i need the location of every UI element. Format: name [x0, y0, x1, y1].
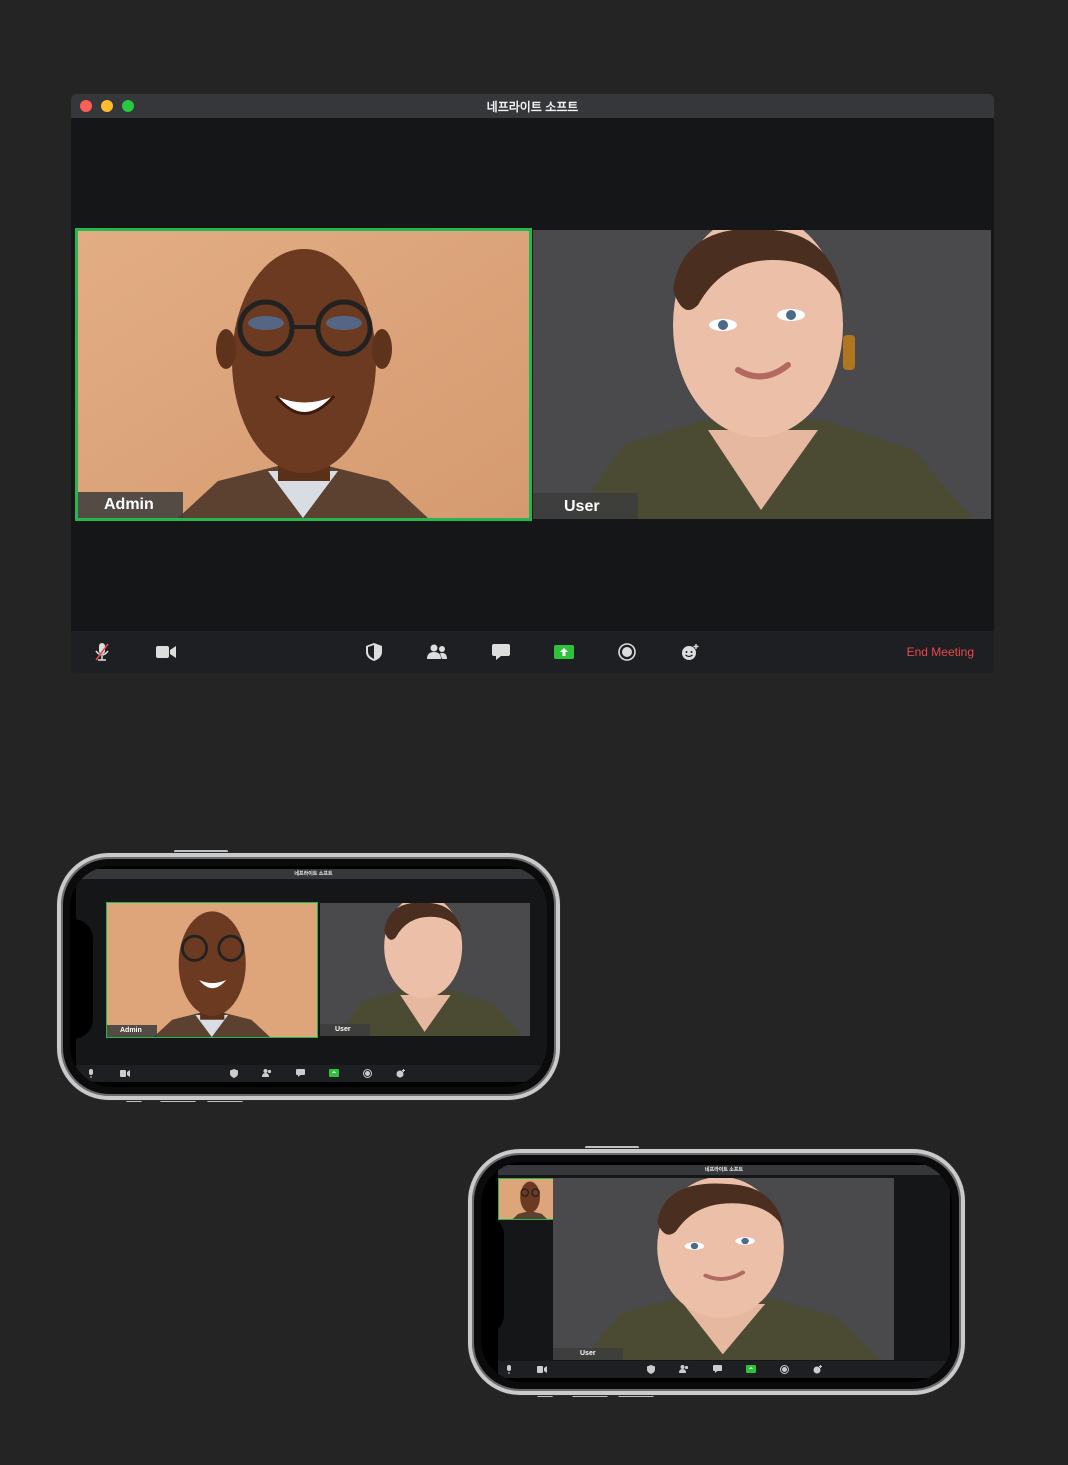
video-camera-icon[interactable] — [120, 1068, 130, 1078]
chat-icon[interactable] — [295, 1068, 305, 1078]
phone-meeting-screen: 네프라이트 소프트 Admin User — [76, 869, 547, 1082]
phone-meeting-screen: 네프라이트 소프트 User — [498, 1165, 950, 1378]
record-icon[interactable] — [616, 642, 638, 662]
share-screen-icon[interactable] — [553, 642, 575, 662]
admin-video-feed — [499, 1179, 561, 1219]
participant-name-tag: User — [533, 493, 638, 519]
minimize-window-button[interactable] — [101, 100, 113, 112]
chat-icon[interactable] — [490, 642, 512, 662]
zoom-window-button[interactable] — [122, 100, 134, 112]
share-screen-icon[interactable] — [746, 1364, 756, 1374]
microphone-muted-icon[interactable] — [91, 642, 113, 662]
microphone-muted-icon[interactable] — [504, 1364, 514, 1374]
user-video-feed — [320, 903, 530, 1036]
meeting-window: 네프라이트 소프트 Admin User End Meeting — [71, 94, 994, 673]
record-icon[interactable] — [779, 1364, 789, 1374]
participant-name-tag: User — [553, 1348, 623, 1360]
participants-icon[interactable] — [426, 642, 448, 662]
phone-speaker-view: 네프라이트 소프트 User — [468, 1149, 965, 1395]
security-shield-icon[interactable] — [646, 1364, 656, 1374]
phone-gallery-view: 네프라이트 소프트 Admin User — [57, 853, 560, 1100]
reactions-icon[interactable] — [395, 1068, 405, 1078]
security-shield-icon[interactable] — [229, 1068, 239, 1078]
phone-meeting-toolbar — [76, 1065, 547, 1082]
record-icon[interactable] — [362, 1068, 372, 1078]
participant-name-tag: User — [320, 1024, 370, 1036]
close-window-button[interactable] — [80, 100, 92, 112]
chat-icon[interactable] — [712, 1364, 722, 1374]
participant-name-tag: Admin — [78, 492, 183, 518]
phone-window-title: 네프라이트 소프트 — [498, 1165, 950, 1175]
end-meeting-button[interactable]: End Meeting — [907, 645, 974, 659]
video-tile-admin[interactable]: Admin — [75, 228, 532, 521]
phone-screen: 네프라이트 소프트 User — [481, 1162, 952, 1382]
phone-meeting-toolbar — [498, 1361, 950, 1378]
video-camera-icon[interactable] — [537, 1364, 547, 1374]
phone-main-video-user[interactable]: User — [553, 1178, 894, 1360]
window-title: 네프라이트 소프트 — [486, 99, 579, 114]
microphone-muted-icon[interactable] — [86, 1068, 96, 1078]
participants-icon[interactable] — [262, 1068, 272, 1078]
video-tile-user[interactable]: User — [533, 230, 991, 519]
phone-video-tile-admin[interactable]: Admin — [106, 902, 318, 1038]
phone-window-title: 네프라이트 소프트 — [76, 869, 547, 879]
participant-name-tag: Admin — [107, 1025, 157, 1037]
phone-notch — [70, 919, 93, 1039]
user-video-feed — [533, 230, 991, 519]
phone-notch — [481, 1215, 504, 1335]
reactions-icon[interactable] — [679, 642, 701, 662]
window-titlebar[interactable]: 네프라이트 소프트 — [71, 94, 994, 118]
video-camera-icon[interactable] — [155, 642, 177, 662]
share-screen-icon[interactable] — [329, 1068, 339, 1078]
admin-video-feed — [78, 231, 529, 518]
phone-video-tile-user[interactable]: User — [320, 903, 530, 1036]
reactions-icon[interactable] — [812, 1364, 822, 1374]
meeting-toolbar: End Meeting — [71, 631, 994, 673]
user-video-feed — [553, 1178, 894, 1360]
participants-icon[interactable] — [679, 1364, 689, 1374]
security-shield-icon[interactable] — [363, 642, 385, 662]
admin-video-feed — [107, 903, 317, 1037]
phone-screen: 네프라이트 소프트 Admin User — [70, 866, 547, 1087]
